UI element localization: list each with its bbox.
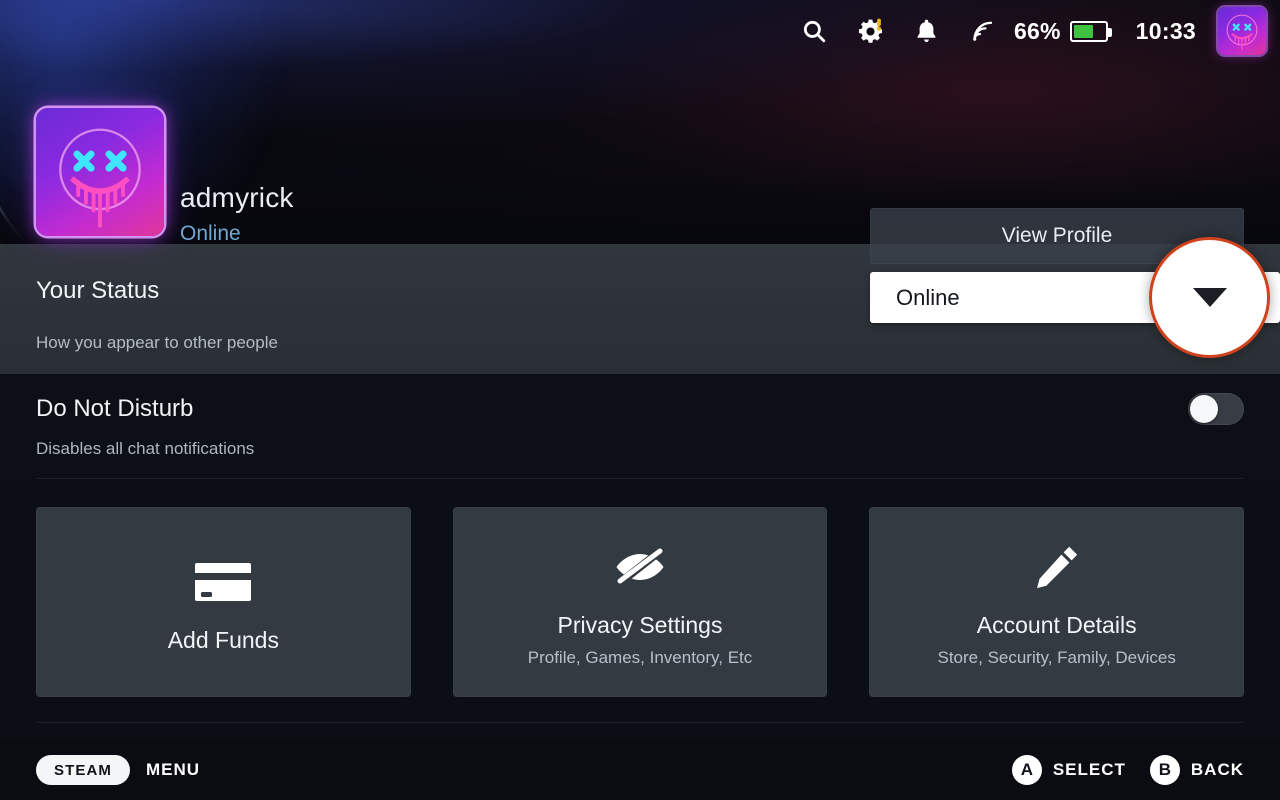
b-button-icon: B — [1149, 755, 1180, 785]
do-not-disturb-description: Disables all chat notifications — [36, 439, 255, 458]
hint-select[interactable]: A SELECT — [1011, 755, 1126, 785]
status-dropdown-focus-ring[interactable] — [1149, 237, 1270, 358]
clock-label: 10:33 — [1135, 17, 1196, 44]
avatar-art-small — [1218, 7, 1266, 55]
gear-icon[interactable] — [842, 0, 898, 62]
do-not-disturb-toggle[interactable] — [1188, 393, 1244, 425]
status-bar-avatar[interactable] — [1218, 7, 1266, 55]
card-subtitle: Profile, Games, Inventory, Etc — [527, 648, 753, 667]
card-title: Account Details — [976, 612, 1137, 638]
chevron-down-icon — [1192, 288, 1227, 307]
menu-label: MENU — [146, 760, 201, 779]
footer-hints: A SELECT B BACK — [1011, 755, 1244, 785]
bell-icon[interactable] — [898, 0, 954, 62]
quick-action-cards: Add Funds Privacy Settings Profile, Game… — [36, 507, 1245, 697]
card-title: Privacy Settings — [557, 612, 723, 638]
a-button-icon: A — [1011, 755, 1042, 785]
battery-indicator: 66% — [1012, 0, 1114, 62]
wifi-icon[interactable] — [954, 0, 1012, 62]
account-details-card[interactable]: Account Details Store, Security, Family,… — [869, 507, 1245, 697]
footer-bar: STEAM MENU A SELECT B BACK — [0, 740, 1280, 800]
your-status-description: How you appear to other people — [36, 333, 278, 352]
divider-top — [36, 478, 1244, 479]
profile-header: admyrick Online View Profile — [0, 62, 1280, 264]
avatar[interactable] — [36, 108, 164, 236]
card-subtitle: Store, Security, Family, Devices — [937, 648, 1176, 667]
add-funds-card[interactable]: Add Funds — [36, 507, 411, 697]
battery-icon — [1069, 20, 1112, 42]
divider-bottom — [36, 722, 1244, 723]
eye-slash-icon — [609, 536, 671, 598]
card-title: Add Funds — [167, 626, 279, 653]
do-not-disturb-label: Do Not Disturb — [36, 395, 194, 422]
battery-fill — [1073, 24, 1094, 38]
hint-back[interactable]: B BACK — [1149, 755, 1244, 785]
steam-button[interactable]: STEAM — [36, 755, 130, 785]
user-state-label: Online — [180, 222, 241, 245]
pencil-icon — [1031, 536, 1083, 598]
your-status-label: Your Status — [36, 277, 160, 304]
avatar-art — [36, 108, 164, 236]
hint-select-label: SELECT — [1052, 760, 1126, 779]
toggle-knob — [1190, 395, 1218, 423]
do-not-disturb-row: Do Not Disturb Disables all chat notific… — [0, 374, 1280, 478]
search-icon[interactable] — [786, 0, 842, 62]
credit-card-icon — [193, 551, 253, 613]
privacy-settings-card[interactable]: Privacy Settings Profile, Games, Invento… — [452, 507, 828, 697]
status-dropdown-value: Online — [896, 284, 960, 310]
username-label: admyrick — [180, 182, 294, 213]
status-bar: 66% 10:33 — [786, 0, 1280, 62]
battery-percent-label: 66% — [1014, 17, 1061, 44]
hint-back-label: BACK — [1190, 760, 1244, 779]
steam-deck-profile-screen: 66% 10:33 admyrick Online View Profile Y… — [0, 0, 1280, 800]
